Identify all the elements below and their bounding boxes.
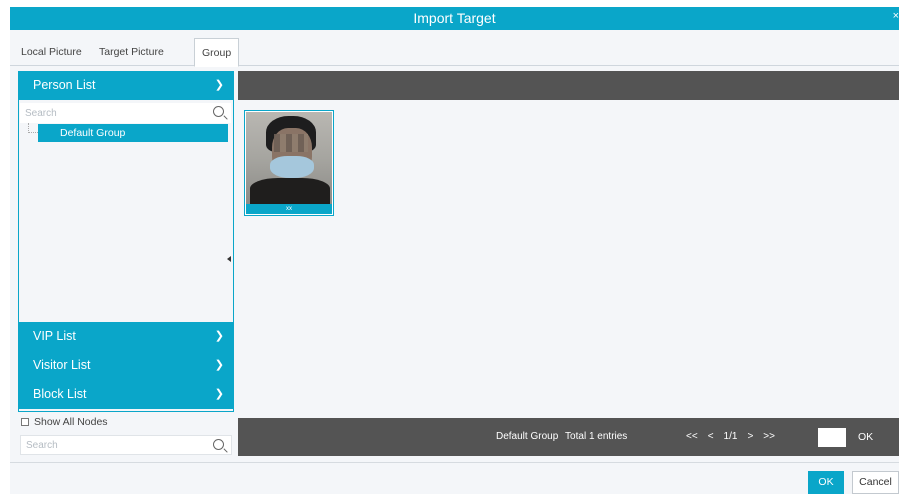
- dialog-title: Import Target: [413, 10, 496, 26]
- tree-search-field[interactable]: [20, 103, 231, 123]
- search-icon[interactable]: [213, 106, 224, 117]
- last-page-button[interactable]: >>: [763, 431, 775, 442]
- status-info: Default Group Total 1 entries: [496, 431, 627, 442]
- visitor-list-header[interactable]: Visitor List ❯: [18, 351, 234, 380]
- person-list-label: Person List: [33, 78, 96, 92]
- page-jump-ok-button[interactable]: OK: [858, 431, 873, 443]
- close-icon[interactable]: ×: [893, 10, 899, 22]
- status-group-name: Default Group: [496, 431, 559, 442]
- first-page-button[interactable]: <<: [686, 431, 698, 442]
- thumbnail-caption: xx: [246, 204, 332, 214]
- person-list-header[interactable]: Person List ❯: [18, 71, 234, 100]
- block-list-label: Block List: [33, 387, 87, 401]
- show-all-nodes-label: Show All Nodes: [34, 416, 108, 428]
- ok-button[interactable]: OK: [808, 471, 844, 494]
- status-bar: Default Group Total 1 entries << < 1/1 >…: [238, 418, 899, 456]
- vip-list-label: VIP List: [33, 329, 76, 343]
- next-page-button[interactable]: >: [747, 431, 753, 442]
- pagination: << < 1/1 > >>: [686, 431, 775, 442]
- prev-page-button[interactable]: <: [708, 431, 714, 442]
- visitor-list-label: Visitor List: [33, 358, 91, 372]
- gallery-toolbar: [238, 71, 899, 100]
- tab-bar: Local Picture Target Picture Group: [10, 38, 899, 67]
- bottom-search-field[interactable]: [20, 435, 232, 455]
- chevron-down-icon: ❯: [214, 388, 224, 400]
- bottom-search-input[interactable]: [21, 436, 201, 454]
- person-photo-icon: [246, 112, 332, 204]
- cancel-button[interactable]: Cancel: [852, 471, 899, 494]
- vip-list-header[interactable]: VIP List ❯: [18, 322, 234, 351]
- gallery-area: [238, 100, 899, 418]
- page-jump-input[interactable]: [818, 428, 846, 447]
- collapse-handle-icon[interactable]: [227, 256, 231, 262]
- show-all-nodes[interactable]: Show All Nodes: [21, 416, 108, 428]
- tab-target-picture[interactable]: Target Picture: [92, 38, 171, 66]
- page-indicator: 1/1: [723, 431, 738, 442]
- block-list-header[interactable]: Block List ❯: [18, 380, 234, 409]
- chevron-down-icon: ❯: [214, 330, 224, 342]
- tree-item-default-group[interactable]: Default Group: [38, 124, 228, 142]
- person-thumbnail[interactable]: xx: [244, 110, 334, 216]
- search-icon[interactable]: [213, 439, 224, 450]
- chevron-down-icon: ❯: [214, 79, 224, 91]
- chevron-down-icon: ❯: [214, 359, 224, 371]
- dialog-titlebar: Import Target ×: [10, 7, 899, 30]
- tree-connector: [28, 123, 38, 133]
- show-all-nodes-checkbox[interactable]: [21, 418, 29, 426]
- status-total: Total 1 entries: [565, 431, 628, 442]
- tree-search-input[interactable]: [20, 103, 200, 123]
- tab-local-picture[interactable]: Local Picture: [14, 38, 89, 66]
- tab-group[interactable]: Group: [194, 38, 240, 67]
- footer-divider: [10, 462, 899, 463]
